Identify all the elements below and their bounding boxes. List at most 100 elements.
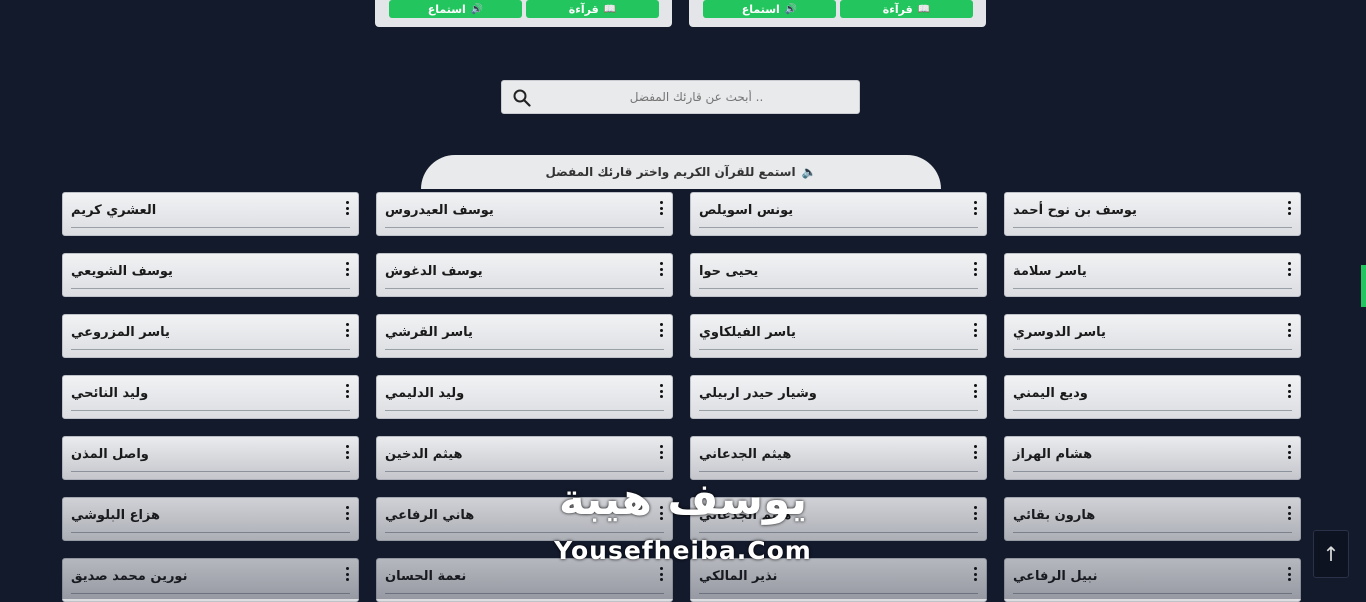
reciter-name: هاني الرفاعي	[385, 508, 475, 523]
read-button[interactable]: قرآءة 📖	[840, 0, 973, 18]
divider	[385, 410, 664, 411]
more-options-icon[interactable]	[658, 445, 664, 459]
more-options-icon[interactable]	[972, 506, 978, 520]
reciter-card[interactable]: ياسر الفيلكاوي	[690, 314, 987, 358]
more-options-icon[interactable]	[658, 323, 664, 337]
divider	[385, 593, 664, 594]
more-options-icon[interactable]	[972, 201, 978, 215]
more-options-icon[interactable]	[344, 445, 350, 459]
divider	[699, 227, 978, 228]
reciter-card[interactable]: وديع اليمني	[1004, 375, 1301, 419]
reciter-name: وديع اليمني	[1013, 386, 1088, 401]
scroll-top-button[interactable]: ↑	[1313, 530, 1349, 578]
reciter-name: نعمة الحسان	[385, 569, 467, 584]
reciter-name: ياسر القرشي	[385, 325, 473, 340]
reciter-card[interactable]: يوسف الشويعي	[62, 253, 359, 297]
divider	[699, 349, 978, 350]
more-options-icon[interactable]	[1286, 506, 1292, 520]
more-options-icon[interactable]	[344, 323, 350, 337]
more-options-icon[interactable]	[344, 384, 350, 398]
reciter-card[interactable]: هارون بقائي	[1004, 497, 1301, 541]
more-options-icon[interactable]	[1286, 445, 1292, 459]
reciter-card[interactable]: يحيى حوا	[690, 253, 987, 297]
more-options-icon[interactable]	[658, 567, 664, 581]
reciter-card-top: استماع 🔊 قرآءة 📖	[375, 0, 672, 27]
more-options-icon[interactable]	[972, 323, 978, 337]
divider	[385, 471, 664, 472]
reciter-name: نورين محمد صديق	[71, 569, 188, 584]
divider	[699, 471, 978, 472]
divider	[71, 593, 350, 594]
divider	[71, 410, 350, 411]
divider	[699, 532, 978, 533]
divider	[699, 410, 978, 411]
more-options-icon[interactable]	[658, 262, 664, 276]
more-options-icon[interactable]	[972, 445, 978, 459]
reciter-name: هزاع البلوشي	[71, 508, 161, 523]
reciter-card[interactable]: نورين محمد صديق	[62, 558, 359, 602]
reciter-name: هيثم الجدعاني	[699, 447, 792, 462]
divider	[71, 227, 350, 228]
reciter-name: وشيار حيدر اربيلي	[699, 386, 817, 401]
more-options-icon[interactable]	[658, 201, 664, 215]
reciter-card[interactable]: ياسر المزروعي	[62, 314, 359, 358]
reciter-card-top: استماع 🔊 قرآءة 📖	[689, 0, 986, 27]
more-options-icon[interactable]	[344, 201, 350, 215]
more-options-icon[interactable]	[658, 384, 664, 398]
arrow-up-icon: ↑	[1322, 542, 1340, 566]
reciter-card[interactable]: يونس اسويلص	[690, 192, 987, 236]
reciter-name: ياسر الفيلكاوي	[699, 325, 796, 340]
reciter-card[interactable]: العشري كريم	[62, 192, 359, 236]
reciter-name: وليد النائحي	[71, 386, 149, 401]
divider	[1013, 227, 1292, 228]
more-options-icon[interactable]	[972, 384, 978, 398]
reciter-name: هشام الهراز	[1013, 447, 1093, 462]
reciter-name: ياسر الدوسري	[1013, 325, 1106, 340]
more-options-icon[interactable]	[1286, 567, 1292, 581]
more-options-icon[interactable]	[1286, 262, 1292, 276]
more-options-icon[interactable]	[344, 567, 350, 581]
divider	[699, 288, 978, 289]
read-button[interactable]: قرآءة 📖	[526, 0, 659, 18]
reciter-card[interactable]: وليد النائحي	[62, 375, 359, 419]
reciter-card[interactable]: يوسف بن نوح أحمد	[1004, 192, 1301, 236]
more-options-icon[interactable]	[344, 262, 350, 276]
reciter-card[interactable]: هشام الهراز	[1004, 436, 1301, 480]
reciter-card[interactable]: واصل المذن	[62, 436, 359, 480]
reciter-name: ياسر سلامة	[1013, 264, 1087, 279]
side-tab[interactable]	[1361, 265, 1366, 307]
more-options-icon[interactable]	[1286, 201, 1292, 215]
search-box	[501, 80, 860, 114]
reciter-card[interactable]: ياسر سلامة	[1004, 253, 1301, 297]
more-options-icon[interactable]	[1286, 384, 1292, 398]
book-icon: 📖	[917, 3, 931, 15]
more-options-icon[interactable]	[972, 567, 978, 581]
reciter-card[interactable]: نبيل الرفاعي	[1004, 558, 1301, 602]
listen-button[interactable]: استماع 🔊	[703, 0, 836, 18]
divider	[385, 532, 664, 533]
reciter-card[interactable]: وليد الدليمي	[376, 375, 673, 419]
more-options-icon[interactable]	[344, 506, 350, 520]
speaker-icon: 🔈	[801, 165, 817, 179]
section-tab-header: استمع للقرآن الكريم واختر قارئك المفضل 🔈	[421, 155, 941, 189]
search-input[interactable]	[542, 81, 851, 113]
more-options-icon[interactable]	[1286, 323, 1292, 337]
divider	[71, 532, 350, 533]
more-options-icon[interactable]	[972, 262, 978, 276]
reciter-card[interactable]: يوسف الدغوش	[376, 253, 673, 297]
reciter-card[interactable]: هزاع البلوشي	[62, 497, 359, 541]
watermark-arabic: يوسف هيبة	[558, 474, 808, 525]
divider	[1013, 410, 1292, 411]
reciter-card[interactable]: ياسر القرشي	[376, 314, 673, 358]
divider	[1013, 349, 1292, 350]
reciter-card[interactable]: وشيار حيدر اربيلي	[690, 375, 987, 419]
reciter-name: يحيى حوا	[699, 264, 759, 279]
reciter-name: يوسف الدغوش	[385, 264, 483, 279]
reciter-card[interactable]: ياسر الدوسري	[1004, 314, 1301, 358]
reciter-name: يونس اسويلص	[699, 203, 794, 218]
reciter-card[interactable]: يوسف العيدروس	[376, 192, 673, 236]
reciter-name: ياسر المزروعي	[71, 325, 170, 340]
search-icon[interactable]	[513, 89, 531, 107]
listen-button[interactable]: استماع 🔊	[389, 0, 522, 18]
reciter-name: واصل المذن	[71, 447, 149, 462]
